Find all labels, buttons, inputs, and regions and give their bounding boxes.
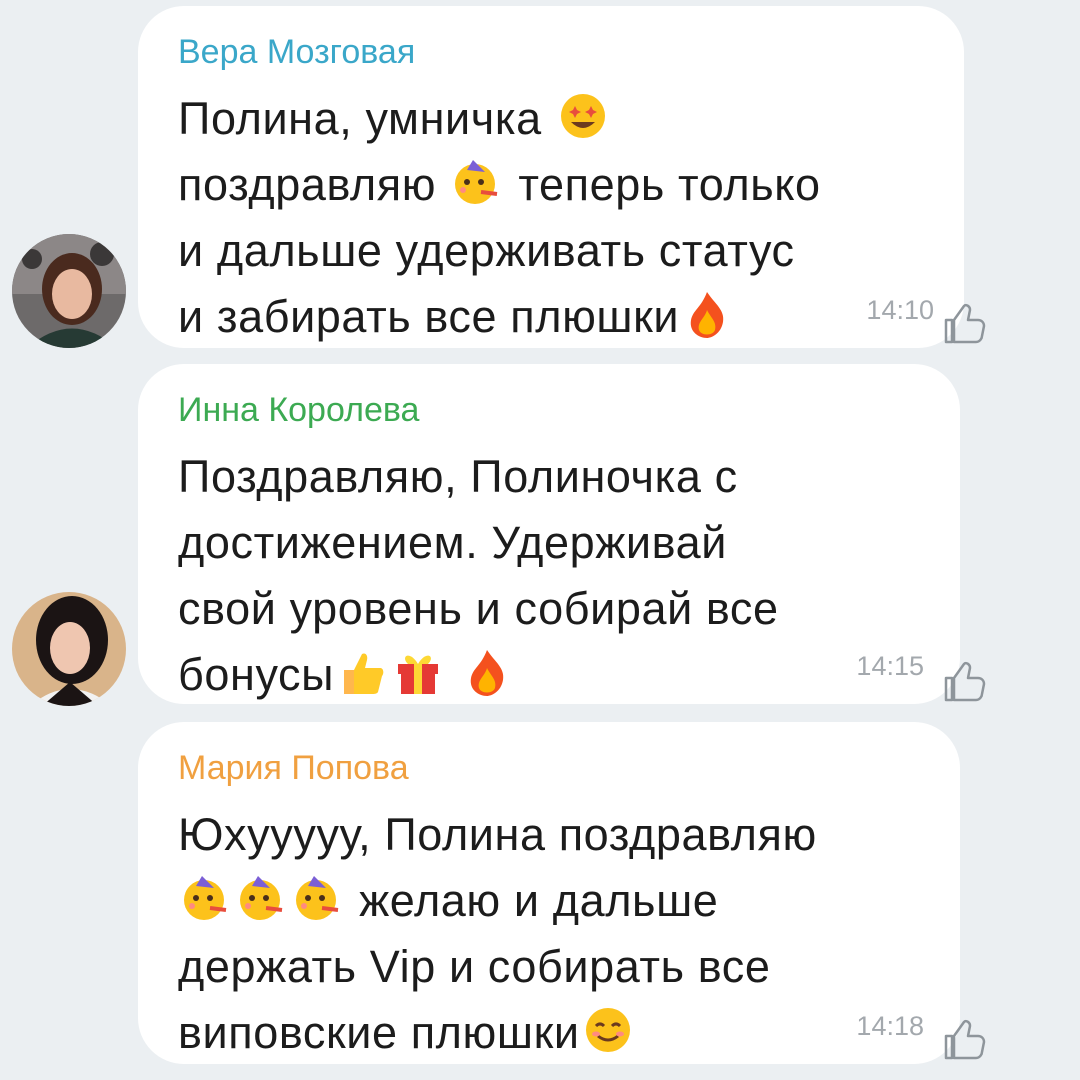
message-bubble[interactable]: Вера Мозговая Полина, умничка поздравляю… bbox=[138, 6, 964, 348]
message-text: Полина, умничка поздравляю теперь только… bbox=[178, 86, 821, 350]
message-bubble[interactable]: Инна Королева Поздравляю, Полиночка с до… bbox=[138, 364, 960, 704]
like-icon[interactable] bbox=[940, 298, 990, 348]
message-line: и забирать все плюшки bbox=[178, 284, 821, 350]
sender-name[interactable]: Мария Попова bbox=[178, 748, 409, 788]
gift-emoji bbox=[398, 655, 439, 694]
message-line: свой уровень и собирай все bbox=[178, 583, 779, 634]
message-line: Юхууууу, Полина поздравляю bbox=[178, 809, 817, 860]
sender-name[interactable]: Инна Королева bbox=[178, 390, 419, 430]
message-time: 14:15 bbox=[856, 651, 924, 681]
star-struck-emoji bbox=[560, 94, 605, 138]
smiling-face-emoji bbox=[585, 1008, 630, 1052]
message-line: виповские плюшки bbox=[178, 1000, 817, 1066]
message-line: достижением. Удерживай bbox=[178, 517, 728, 568]
message-line: Полина, умничка bbox=[178, 86, 821, 152]
avatar[interactable] bbox=[12, 592, 126, 706]
partying-face-emoji bbox=[184, 876, 227, 920]
message-text: Юхууууу, Полина поздравляю желаю и дальш… bbox=[178, 802, 817, 1066]
message-line: держать Vip и собирать все bbox=[178, 941, 771, 992]
message-line: и дальше удерживать статус bbox=[178, 225, 795, 276]
partying-face-emoji bbox=[240, 876, 283, 920]
message-line: желаю и дальше bbox=[178, 868, 817, 934]
message-bubble[interactable]: Мария Попова Юхууууу, Полина поздравляю … bbox=[138, 722, 960, 1064]
message-text: Поздравляю, Полиночка с достижением. Уде… bbox=[178, 444, 779, 708]
message-line: поздравляю теперь только bbox=[178, 152, 821, 218]
message-line: бонусы bbox=[178, 642, 779, 708]
like-icon[interactable] bbox=[940, 656, 990, 706]
partying-face-emoji bbox=[296, 876, 339, 920]
message-time: 14:18 bbox=[856, 1011, 924, 1041]
message-time: 14:10 bbox=[866, 295, 934, 325]
message-line: Поздравляю, Полиночка с bbox=[178, 451, 738, 502]
fire-emoji bbox=[690, 292, 724, 338]
like-icon[interactable] bbox=[940, 1014, 990, 1064]
sender-name[interactable]: Вера Мозговая bbox=[178, 32, 415, 72]
avatar[interactable] bbox=[12, 234, 126, 348]
partying-face-emoji bbox=[455, 160, 498, 204]
fire-emoji bbox=[470, 650, 504, 696]
thumbs-up-emoji bbox=[344, 653, 384, 694]
